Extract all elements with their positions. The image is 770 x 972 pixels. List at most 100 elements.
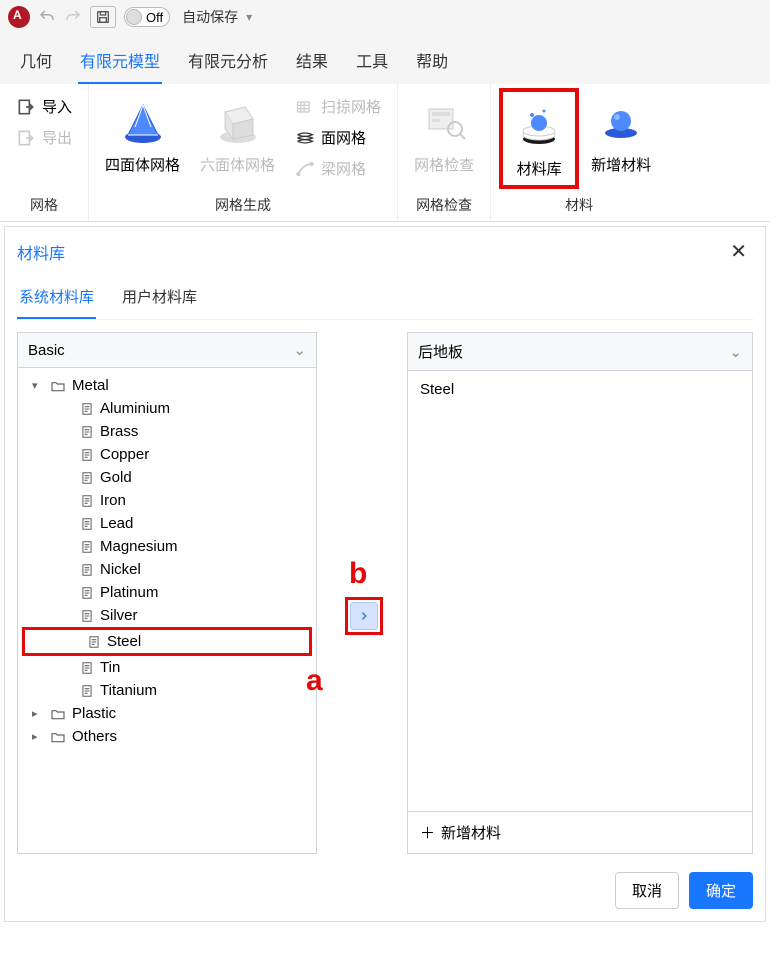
chevron-down-icon: ⌄ [729,343,742,361]
folder-icon [50,706,66,722]
export-label: 导出 [42,127,72,148]
file-icon [80,471,94,485]
sweep-mesh-button[interactable]: 扫掠网格 [291,94,385,119]
tree-folder-metal[interactable]: ▾ Metal [22,374,312,397]
save-button[interactable] [90,6,116,28]
sweep-mesh-label: 扫掠网格 [321,96,381,117]
beam-mesh-label: 梁网格 [321,158,366,179]
mesh-check-button[interactable]: 网格检查 [406,88,482,181]
tree-item-label: Magnesium [100,538,178,555]
expand-icon[interactable]: ▸ [32,730,44,743]
tree-item-label: Lead [100,515,133,532]
export-button[interactable]: 导出 [12,125,76,150]
tree-item-label: Steel [107,633,141,650]
collapse-icon[interactable]: ▾ [32,379,44,392]
tree-item-label: Brass [100,423,138,440]
import-button[interactable]: 导入 [12,94,76,119]
hexa-mesh-label: 六面体网格 [200,154,275,175]
menu-geometry[interactable]: 几何 [18,44,54,84]
undo-icon[interactable] [38,8,56,26]
toggle-knob [126,9,142,25]
material-lib-icon [511,98,567,154]
tab-system-materials[interactable]: 系统材料库 [17,280,96,319]
ribbon-section-mesh-label: 网格 [30,189,58,217]
tree-item-tin[interactable]: Tin [22,656,312,679]
ribbon-section-mesh: 导入 导出 网格 [0,84,89,221]
beam-mesh-icon [295,159,315,179]
file-icon [80,425,94,439]
folder-icon [50,729,66,745]
tetra-mesh-button[interactable]: 四面体网格 [97,88,188,181]
category-select[interactable]: Basic ⌄ [18,333,316,368]
tree-item-copper[interactable]: Copper [22,443,312,466]
assign-material-button[interactable] [350,602,378,630]
top-toolbar: Off 自动保存 ▾ [0,0,770,34]
menu-bar: 几何 有限元模型 有限元分析 结果 工具 帮助 [0,34,770,84]
tree-folder-others[interactable]: ▸ Others [22,725,312,748]
tree-item-gold[interactable]: Gold [22,466,312,489]
category-select-value: Basic [28,342,65,359]
cancel-button[interactable]: 取消 [615,872,679,909]
menu-fem-model[interactable]: 有限元模型 [78,44,162,84]
add-material-button[interactable]: 新增材料 [583,88,659,181]
tree-item-magnesium[interactable]: Magnesium [22,535,312,558]
redo-icon[interactable] [64,8,82,26]
menu-help[interactable]: 帮助 [414,44,450,84]
tree-item-platinum[interactable]: Platinum [22,581,312,604]
file-icon [80,402,94,416]
surface-mesh-label: 面网格 [321,127,366,148]
tree-label: Plastic [72,705,116,722]
export-icon [16,128,36,148]
toggle-state-label: Off [146,10,163,25]
add-material-label: 新增材料 [441,822,501,843]
hexa-mesh-button[interactable]: 六面体网格 [192,88,283,181]
surface-mesh-button[interactable]: 面网格 [291,125,385,150]
autosave-toggle[interactable]: Off [124,7,170,27]
dialog-body: Basic ⌄ ▾ Metal Aluminium Brass Copper G… [17,332,753,854]
target-select[interactable]: 后地板 ⌄ [408,333,752,371]
tree-item-aluminium[interactable]: Aluminium [22,397,312,420]
tree-item-brass[interactable]: Brass [22,420,312,443]
ribbon-section-meshcheck: 网格检查 网格检查 [398,84,491,221]
material-tree: ▾ Metal Aluminium Brass Copper Gold Iron… [18,368,316,754]
file-icon [80,609,94,623]
tree-item-lead[interactable]: Lead [22,512,312,535]
menu-results[interactable]: 结果 [294,44,330,84]
material-library-dialog: 材料库 ✕ 系统材料库 用户材料库 Basic ⌄ ▾ Metal Alumin… [4,226,766,922]
material-lib-button[interactable]: 材料库 [499,88,579,189]
tree-item-iron[interactable]: Iron [22,489,312,512]
add-material-icon [593,94,649,150]
dialog-close-icon[interactable]: ✕ [724,239,753,264]
ribbon-section-material-label: 材料 [565,189,593,217]
file-icon [80,494,94,508]
menu-tools[interactable]: 工具 [354,44,390,84]
tree-item-label: Platinum [100,584,158,601]
material-tree-panel: Basic ⌄ ▾ Metal Aluminium Brass Copper G… [17,332,317,854]
target-panel: 后地板 ⌄ Steel ＋ 新增材料 [407,332,753,854]
tree-item-steel[interactable]: Steel [22,627,312,656]
tree-item-titanium[interactable]: Titanium [22,679,312,702]
assign-arrow-wrap [345,597,383,635]
confirm-button[interactable]: 确定 [689,872,753,909]
app-logo [8,6,30,28]
assigned-materials-list: Steel [408,371,752,811]
tree-item-nickel[interactable]: Nickel [22,558,312,581]
tree-item-silver[interactable]: Silver [22,604,312,627]
file-icon [80,684,94,698]
tree-item-label: Gold [100,469,132,486]
assigned-material-item[interactable]: Steel [420,381,740,398]
expand-icon[interactable]: ▸ [32,707,44,720]
tree-item-label: Iron [100,492,126,509]
tree-item-label: Nickel [100,561,141,578]
sweep-mesh-icon [295,97,315,117]
tree-folder-plastic[interactable]: ▸ Plastic [22,702,312,725]
ribbon: 导入 导出 网格 四面体网格 六面体网格 扫掠 [0,84,770,222]
beam-mesh-button[interactable]: 梁网格 [291,156,385,181]
add-material-row[interactable]: ＋ 新增材料 [408,811,752,853]
menu-fem-analysis[interactable]: 有限元分析 [186,44,270,84]
tab-user-materials[interactable]: 用户材料库 [120,280,199,319]
material-lib-label: 材料库 [517,158,562,179]
hexa-mesh-icon [210,94,266,150]
autosave-dropdown-icon[interactable]: ▾ [246,10,252,24]
chevron-down-icon: ⌄ [293,341,306,359]
